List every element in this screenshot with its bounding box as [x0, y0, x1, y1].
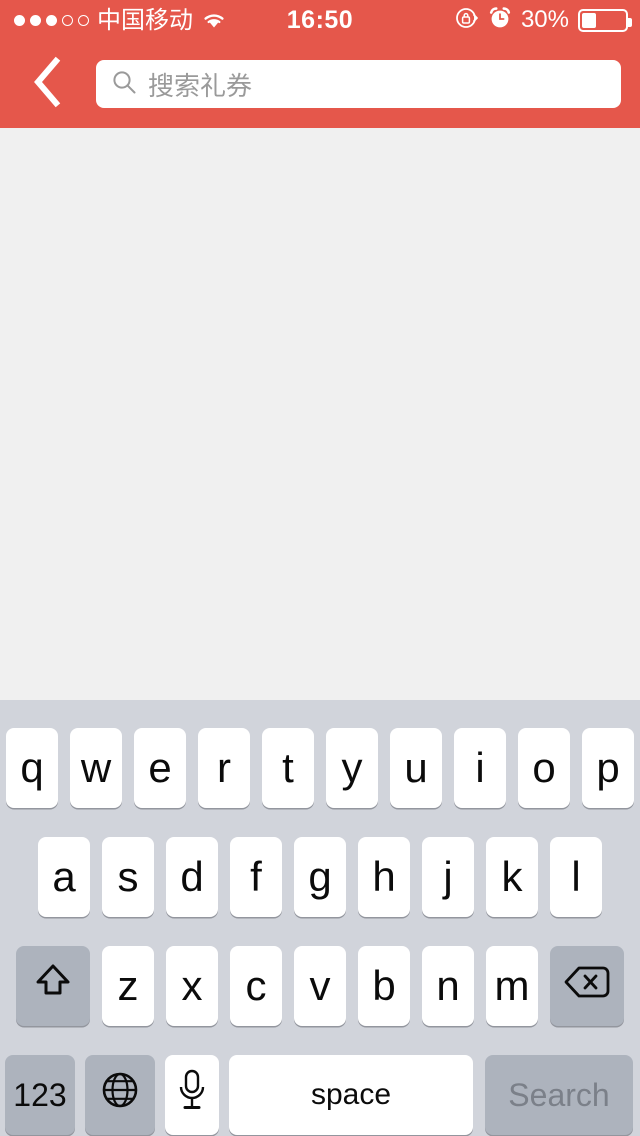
key-label: Search [508, 1076, 610, 1113]
search-placeholder-text: 搜索礼券 [148, 71, 253, 102]
key-l[interactable]: l [550, 837, 602, 917]
globe-icon [99, 1069, 141, 1121]
battery-percentage-label: 30% [520, 6, 569, 33]
key-label: e [148, 744, 172, 791]
key-label: l [571, 853, 581, 900]
search-icon [110, 68, 138, 101]
key-label: t [282, 744, 294, 791]
key-label: p [596, 744, 620, 791]
status-bar: 中国移动 16:50 30% [0, 0, 640, 40]
key-x[interactable]: x [166, 946, 218, 1026]
key-label: 123 [13, 1076, 67, 1113]
key-w[interactable]: w [70, 728, 122, 808]
keyboard-row-3: z x c v b n m [0, 946, 640, 1026]
key-label: g [308, 853, 332, 900]
dictation-key[interactable] [165, 1055, 219, 1135]
backspace-delete-icon [563, 962, 611, 1010]
key-label: n [436, 962, 460, 1009]
key-e[interactable]: e [134, 728, 186, 808]
phone-screen: 中国移动 16:50 30% 搜索礼券 q w e r t y u i o p … [0, 0, 640, 1136]
key-label: s [117, 853, 139, 900]
key-h[interactable]: h [358, 837, 410, 917]
navigation-bar: 搜索礼券 [0, 40, 640, 128]
key-n[interactable]: n [422, 946, 474, 1026]
key-y[interactable]: y [326, 728, 378, 808]
rotation-lock-icon [455, 6, 479, 35]
key-i[interactable]: i [454, 728, 506, 808]
key-b[interactable]: b [358, 946, 410, 1026]
key-t[interactable]: t [262, 728, 314, 808]
key-label: x [181, 962, 203, 1009]
key-j[interactable]: j [422, 837, 474, 917]
key-m[interactable]: m [486, 946, 538, 1026]
key-label: y [341, 744, 363, 791]
key-c[interactable]: c [230, 946, 282, 1026]
key-o[interactable]: o [518, 728, 570, 808]
key-u[interactable]: u [390, 728, 442, 808]
key-p[interactable]: p [582, 728, 634, 808]
key-r[interactable]: r [198, 728, 250, 808]
key-f[interactable]: f [230, 837, 282, 917]
key-label: u [404, 744, 428, 791]
shift-up-arrow-icon [32, 960, 74, 1012]
back-button[interactable] [16, 40, 78, 128]
key-label: m [494, 962, 530, 1009]
key-label: w [80, 744, 112, 791]
globe-key[interactable] [85, 1055, 155, 1135]
numbers-key[interactable]: 123 [5, 1055, 75, 1135]
microphone-icon [175, 1067, 209, 1123]
key-v[interactable]: v [294, 946, 346, 1026]
key-label: b [372, 962, 396, 1009]
keyboard-row-1: qwer tyuiop [0, 728, 640, 808]
key-g[interactable]: g [294, 837, 346, 917]
battery-icon [578, 8, 632, 32]
key-label: z [117, 962, 139, 1009]
clock-label: 16:50 [286, 5, 354, 34]
return-search-key[interactable]: Search [485, 1055, 633, 1135]
key-label: d [180, 853, 204, 900]
search-input[interactable]: 搜索礼券 [96, 60, 621, 108]
key-label: f [250, 853, 262, 900]
shift-key[interactable] [16, 946, 90, 1026]
space-key[interactable]: space [229, 1055, 473, 1135]
key-q[interactable]: q [6, 728, 58, 808]
backspace-key[interactable] [550, 946, 624, 1026]
key-label: space [310, 1078, 392, 1111]
key-label: c [245, 962, 267, 1009]
status-bar-right: 30% [455, 0, 632, 40]
key-s[interactable]: s [102, 837, 154, 917]
key-label: q [20, 744, 44, 791]
key-label: j [443, 853, 453, 900]
key-label: o [532, 744, 556, 791]
key-z[interactable]: z [102, 946, 154, 1026]
keyboard-row-4: 123 space Search [0, 1055, 640, 1135]
on-screen-keyboard: qwer tyuiop asdfghj k l z x c v b n m 123 s… [0, 700, 640, 1136]
key-label: k [501, 853, 523, 900]
chevron-left-icon [30, 56, 64, 113]
keyboard-row-2: asdfghj k l [0, 837, 640, 917]
key-label: i [475, 744, 485, 791]
search-results-area [0, 128, 640, 700]
key-label: a [52, 853, 76, 900]
key-label: v [309, 962, 331, 1009]
key-a[interactable]: a [38, 837, 90, 917]
alarm-clock-icon [488, 6, 512, 35]
key-d[interactable]: d [166, 837, 218, 917]
key-k[interactable]: k [486, 837, 538, 917]
key-label: h [372, 853, 396, 900]
key-label: r [217, 744, 231, 791]
